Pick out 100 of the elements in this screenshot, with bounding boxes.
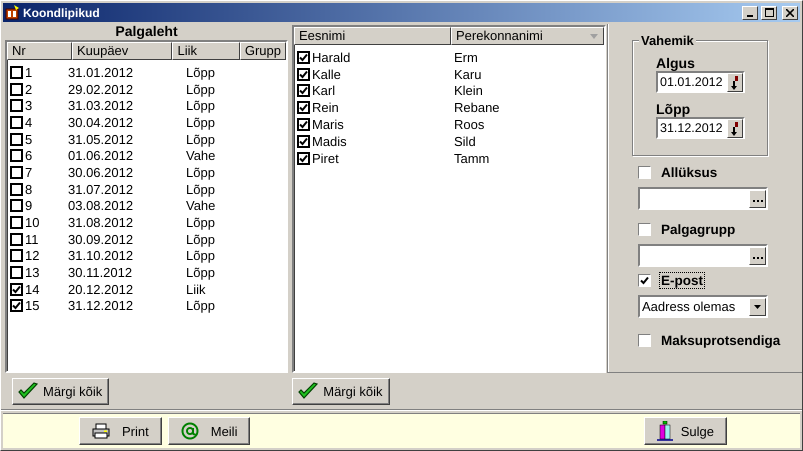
table-cell: Liik (186, 282, 206, 297)
maximize-button[interactable] (761, 6, 777, 20)
checkbox[interactable] (10, 282, 23, 296)
minimize-icon (747, 14, 753, 16)
table-cell: 13 (25, 265, 40, 280)
ellipsis-icon[interactable] (749, 246, 766, 264)
table-cell: 30.04.2012 (68, 114, 134, 130)
table-cell: Vahe (186, 198, 216, 214)
table-cell: Kalle (312, 66, 341, 82)
table-cell: 1 (25, 64, 32, 80)
checkbox[interactable] (10, 149, 23, 162)
checkbox[interactable] (638, 334, 651, 346)
minimize-button[interactable] (742, 6, 758, 20)
checkbox[interactable] (638, 274, 651, 286)
lookup-field[interactable] (638, 187, 768, 210)
table-cell: Lõpp (186, 114, 215, 130)
table-cell: 10 (25, 215, 40, 230)
table-cell: Lõpp (186, 98, 215, 114)
checkbox[interactable] (10, 249, 23, 262)
table-cell: 20.12.2012 (68, 282, 134, 297)
checkbox[interactable] (638, 166, 651, 178)
maximize-icon (764, 8, 774, 17)
table-cell: 14 (25, 282, 40, 297)
checkbox[interactable] (10, 116, 23, 129)
checkbox[interactable] (10, 166, 23, 179)
ellipsis-icon[interactable] (749, 190, 766, 208)
table-cell: Rein (312, 100, 339, 116)
close-icon (786, 8, 794, 16)
column-header[interactable]: Kuupäev (72, 42, 172, 60)
checkbox[interactable] (297, 152, 310, 165)
checkbox[interactable] (10, 99, 23, 112)
mark-all-button[interactable]: Märgi kõik (12, 378, 110, 404)
table-cell: 7 (25, 164, 32, 180)
column-header[interactable]: Eesnimi (294, 27, 451, 45)
table-cell: 31.03.2012 (68, 98, 134, 114)
checkbox[interactable] (297, 101, 310, 114)
window-title: Koondlipikud (23, 6, 101, 20)
checkbox-label[interactable]: Maksuprotsendiga (659, 332, 782, 348)
checkbox[interactable] (10, 199, 23, 212)
checkbox[interactable] (10, 182, 23, 196)
checkbox-label[interactable]: E-post (659, 272, 705, 288)
table-cell: 31.12.2012 (68, 298, 134, 314)
lookup-field[interactable] (638, 244, 768, 267)
checkbox[interactable] (297, 50, 310, 64)
checkbox-label[interactable]: Allüksus (659, 164, 720, 180)
table-cell: 29.02.2012 (68, 82, 134, 97)
column-header[interactable]: Grupp (240, 42, 286, 60)
checkbox[interactable] (297, 118, 310, 132)
app-icon (5, 5, 20, 20)
column-header[interactable]: Liik (172, 42, 240, 60)
field-label: Lõpp (656, 101, 692, 117)
printer-icon (92, 423, 110, 439)
table-cell: Piret (312, 150, 339, 166)
table-cell: 15 (25, 298, 40, 314)
calendar-icon[interactable] (727, 72, 743, 92)
table-cell: Lõpp (186, 64, 215, 80)
dropdown[interactable]: Aadress olemas (638, 295, 768, 318)
table-cell: 8 (25, 182, 32, 197)
column-header[interactable]: Perekonnanimi (451, 27, 604, 45)
table-cell: 31.10.2012 (68, 248, 134, 264)
checkbox[interactable] (10, 216, 23, 230)
dropdown-arrow-icon[interactable] (749, 298, 766, 316)
mark-all-button[interactable]: Märgi kõik (292, 378, 390, 404)
close-button[interactable] (782, 6, 798, 20)
table-cell: Lõpp (186, 164, 215, 180)
table-cell: Sild (454, 134, 476, 149)
date-field[interactable]: 31.12.2012 (656, 117, 745, 139)
field-label: Algus (656, 55, 696, 71)
table-cell: Tamm (454, 150, 490, 166)
checkbox[interactable] (297, 134, 310, 148)
table-cell: 30.09.2012 (68, 232, 134, 247)
date-field[interactable]: 01.01.2012 (656, 71, 745, 93)
mail-button[interactable]: Meili (168, 417, 250, 445)
calendar-icon[interactable] (727, 118, 743, 138)
table-cell: Klein (454, 83, 483, 98)
checkbox[interactable] (297, 68, 310, 81)
checkbox[interactable] (10, 266, 23, 280)
table-cell: Lõpp (186, 82, 215, 97)
table-cell: 30.11.2012 (68, 265, 132, 280)
checkbox[interactable] (297, 84, 310, 98)
exit-button[interactable]: Sulge (644, 417, 727, 445)
checkbox[interactable] (10, 82, 23, 96)
checkbox[interactable] (10, 132, 23, 146)
checkbox[interactable] (10, 66, 23, 79)
table-cell: Maris (312, 117, 344, 132)
checkbox[interactable] (10, 299, 23, 312)
checkmark-icon (17, 381, 39, 401)
table-cell: Lõpp (186, 298, 215, 314)
print-button[interactable]: Print (79, 417, 162, 445)
table-cell: Lõpp (186, 182, 215, 197)
table-cell: Karu (454, 66, 482, 82)
checkbox-label[interactable]: Palgagrupp (659, 220, 738, 238)
table-cell: 4 (25, 114, 32, 130)
table-cell: 2 (25, 82, 32, 97)
table-cell: Rebane (454, 100, 500, 116)
table-cell: Lõpp (186, 265, 215, 280)
column-header[interactable]: Nr (7, 42, 72, 60)
checkbox[interactable] (638, 222, 651, 236)
checkbox[interactable] (10, 232, 23, 246)
sort-arrow-icon (590, 34, 598, 39)
